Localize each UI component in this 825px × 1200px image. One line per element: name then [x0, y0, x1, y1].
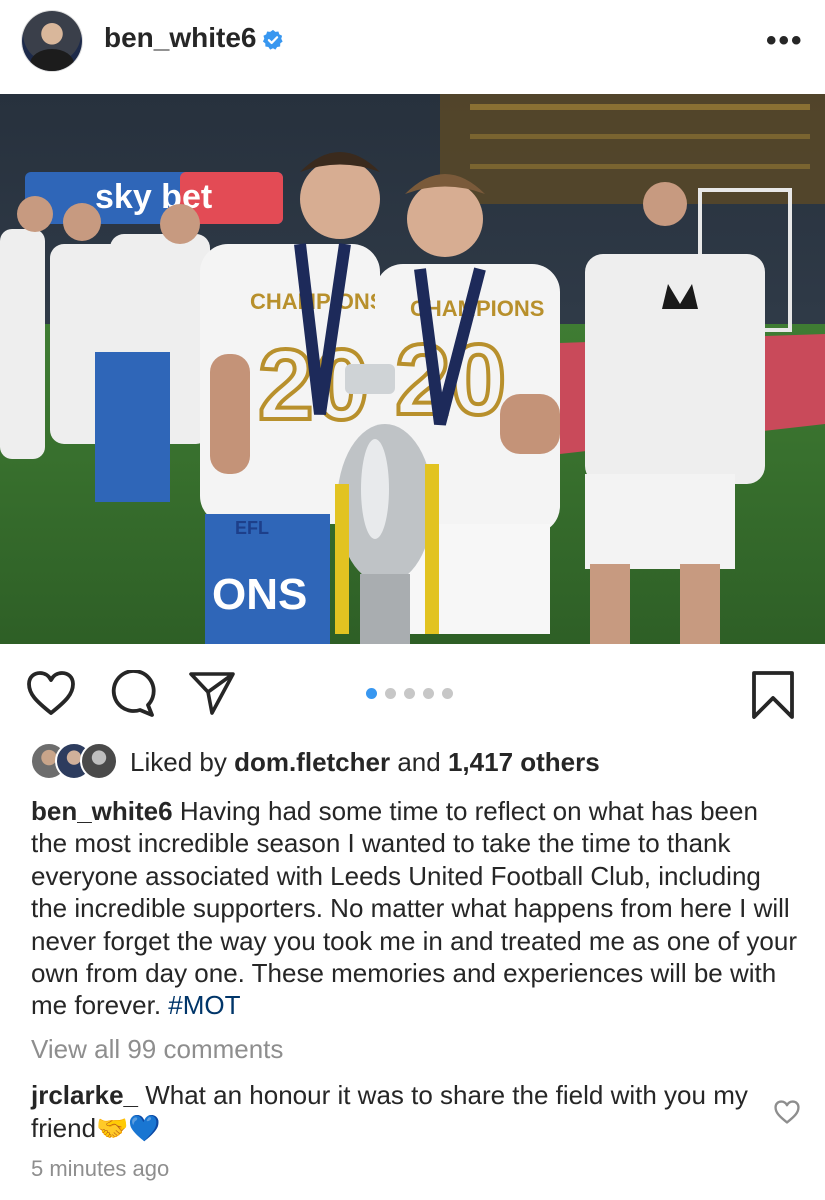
carousel-dot [423, 688, 434, 699]
likes-user[interactable]: dom.fletcher [234, 747, 390, 777]
carousel-dot [442, 688, 453, 699]
caption-username[interactable]: ben_white6 [31, 796, 173, 826]
photo-illustration: sky bet CHAMPIONS 20 EFL ONS CHAMPIONS 2… [0, 94, 825, 644]
liker-avatar[interactable] [80, 742, 118, 780]
carousel-dot [404, 688, 415, 699]
comment-heart-icon[interactable] [774, 1100, 800, 1124]
comment-icon[interactable] [108, 670, 156, 718]
carousel-dot-active [366, 688, 377, 699]
comment-username[interactable]: jrclarke_ [31, 1080, 138, 1110]
post-photo[interactable]: sky bet CHAMPIONS 20 EFL ONS CHAMPIONS 2… [0, 94, 825, 644]
carousel-dot [385, 688, 396, 699]
post-timestamp: 5 minutes ago [31, 1156, 170, 1181]
more-options-icon[interactable]: ••• [766, 24, 804, 58]
efl-badge-text: EFL [235, 518, 269, 538]
caption-text: Having had some time to reflect on what … [31, 796, 797, 1021]
likes-and: and [397, 747, 441, 777]
flag-text: ONS [212, 570, 307, 619]
header-username[interactable]: ben_white6 [104, 22, 256, 54]
comment-item: jrclarke_ What an honour it was to share… [31, 1079, 751, 1145]
verified-badge-icon [262, 29, 283, 50]
post-header: ben_white6 ••• [0, 0, 825, 94]
share-icon[interactable] [188, 670, 236, 716]
player-left-shirt-text: CHAMPIONS [250, 289, 384, 314]
likes-text[interactable]: Liked by dom.fletcher and 1,417 others [130, 747, 600, 778]
view-all-comments-link[interactable]: View all 99 comments [31, 1034, 283, 1065]
caption-hashtag[interactable]: #MOT [168, 990, 240, 1020]
carousel-indicator [366, 688, 453, 699]
heart-icon[interactable] [26, 670, 76, 716]
post-caption: ben_white6 Having had some time to refle… [31, 795, 801, 1022]
likes-row: Liked by dom.fletcher and 1,417 others [0, 742, 825, 782]
likes-prefix: Liked by [130, 747, 227, 777]
bookmark-icon[interactable] [750, 670, 796, 720]
likes-count[interactable]: 1,417 others [448, 747, 600, 777]
sponsor-board-text: sky bet [95, 178, 212, 216]
profile-avatar[interactable] [22, 11, 82, 71]
comment-emoji: 🤝💙 [96, 1113, 161, 1143]
